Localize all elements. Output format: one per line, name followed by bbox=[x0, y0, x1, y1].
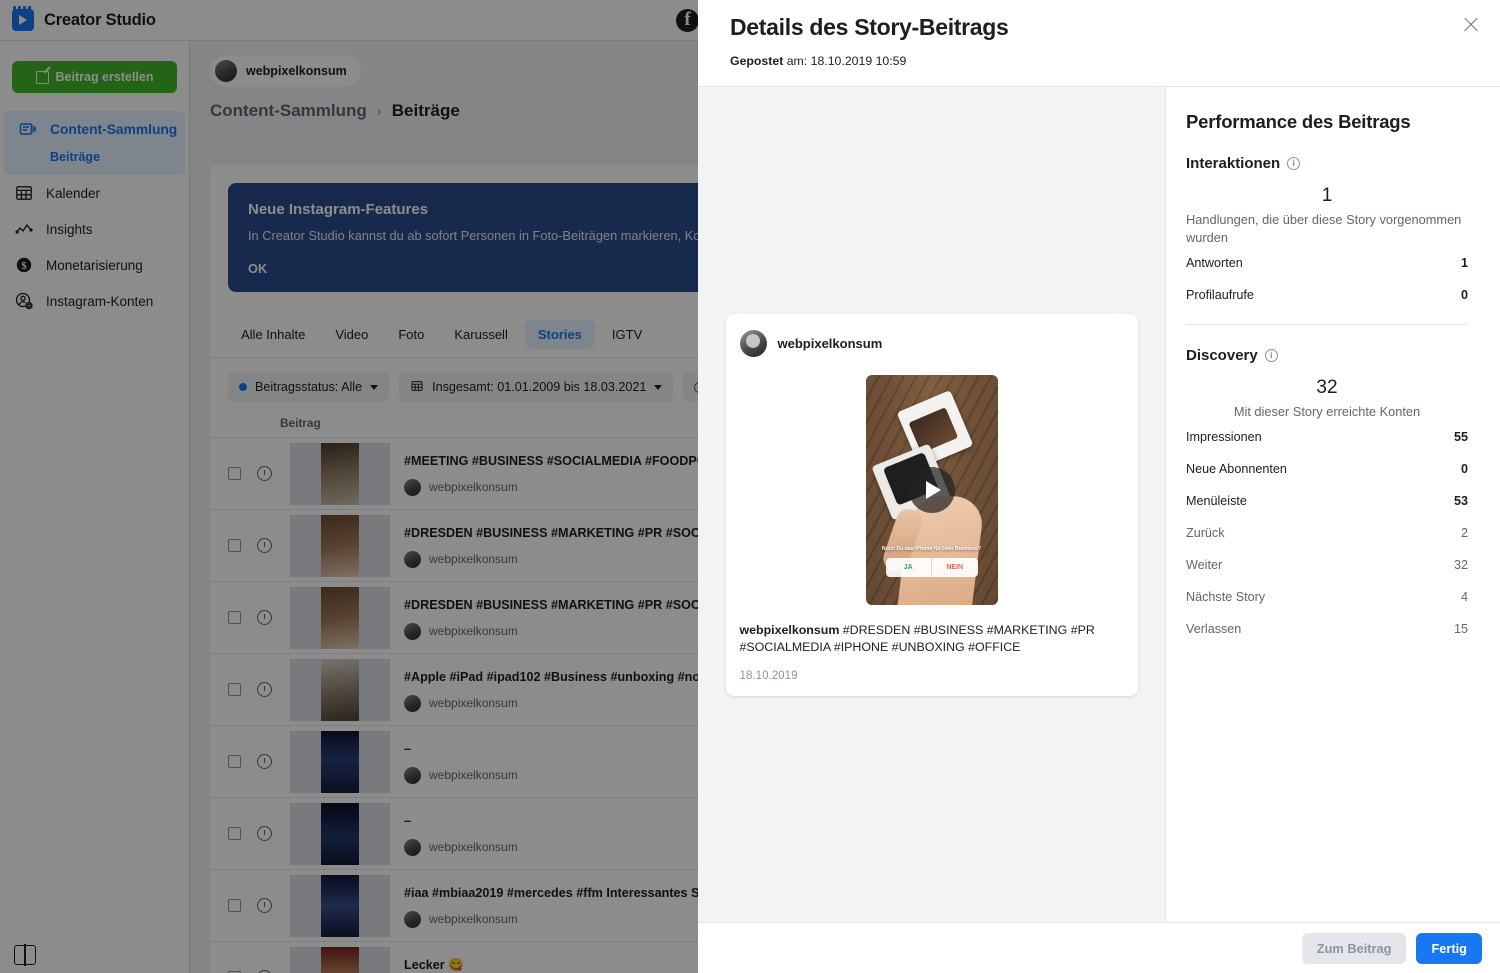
posted-value: am: 18.10.2019 10:59 bbox=[783, 54, 907, 68]
caption-username: webpixelkonsum bbox=[739, 622, 840, 637]
dialog-footer: Zum Beitrag Fertig bbox=[698, 922, 1500, 973]
interactions-total-value: 1 bbox=[1321, 185, 1333, 206]
stat-value: 0 bbox=[1460, 288, 1468, 302]
done-button[interactable]: Fertig bbox=[1416, 932, 1482, 964]
stat-label: Zurück bbox=[1186, 526, 1225, 540]
story-date: 18.10.2019 bbox=[739, 668, 798, 682]
poll-sticker: Nutzt Du das iPhone für Dein Business? J… bbox=[876, 546, 988, 577]
play-icon[interactable] bbox=[908, 466, 955, 513]
stat-row-menueleiste: Menüleiste 53 bbox=[1186, 485, 1468, 517]
stat-label: Profilaufrufe bbox=[1186, 288, 1254, 302]
poll-option-no: NEIN bbox=[946, 563, 964, 571]
story-preview-pane: webpixelkonsum Nutzt Du das iPhone für D… bbox=[698, 87, 1166, 922]
info-icon[interactable]: i bbox=[1264, 349, 1278, 362]
stat-value: 2 bbox=[1460, 526, 1468, 540]
story-card: webpixelkonsum Nutzt Du das iPhone für D… bbox=[725, 313, 1138, 696]
story-card-header: webpixelkonsum bbox=[739, 329, 1124, 357]
stat-value: 53 bbox=[1453, 494, 1468, 508]
poll-option-yes: JA bbox=[886, 557, 932, 577]
page-title: Details des Story-Beitrags bbox=[730, 14, 1009, 40]
close-icon[interactable] bbox=[1456, 10, 1486, 40]
divider bbox=[1186, 324, 1468, 325]
stat-value: 15 bbox=[1453, 622, 1468, 636]
posted-timestamp: Gepostet am: 18.10.2019 10:59 bbox=[730, 54, 906, 68]
stat-row-antworten: Antworten 1 bbox=[1186, 247, 1468, 279]
stat-value: 1 bbox=[1460, 256, 1468, 270]
stat-label: Neue Abonnenten bbox=[1186, 462, 1287, 476]
avatar bbox=[739, 329, 767, 357]
discovery-total-value: 32 bbox=[1316, 377, 1338, 398]
stat-label: Antworten bbox=[1186, 256, 1243, 270]
screen: Creator Studio f Beitrag erstellen Conte… bbox=[0, 0, 1500, 973]
stat-value: 32 bbox=[1453, 558, 1468, 572]
section-label: Discovery bbox=[1186, 347, 1258, 364]
section-label: Interaktionen bbox=[1186, 155, 1281, 172]
go-to-post-button[interactable]: Zum Beitrag bbox=[1301, 932, 1407, 964]
interactions-total-caption: Handlungen, die über diese Story vorgeno… bbox=[1186, 212, 1462, 245]
stat-row-naechste-story: Nächste Story 4 bbox=[1186, 581, 1468, 613]
discovery-total-caption: Mit dieser Story erreichte Konten bbox=[1233, 404, 1421, 419]
stat-row-zurueck: Zurück 2 bbox=[1186, 517, 1468, 549]
story-caption: webpixelkonsum #DRESDEN #BUSINESS #MARKE… bbox=[740, 622, 1124, 656]
performance-title: Performance des Beitrags bbox=[1186, 111, 1411, 132]
stat-label: Nächste Story bbox=[1186, 590, 1266, 604]
dialog-body: webpixelkonsum Nutzt Du das iPhone für D… bbox=[698, 86, 1500, 922]
poll-options: JA NEIN bbox=[885, 557, 978, 577]
stat-row-neue-abonnenten: Neue Abonnenten 0 bbox=[1186, 453, 1468, 485]
performance-pane: Performance des Beitrags Interaktionen i… bbox=[1166, 87, 1500, 922]
stat-label: Weiter bbox=[1186, 558, 1223, 572]
stat-row-verlassen: Verlassen 15 bbox=[1186, 613, 1468, 645]
stat-row-impressionen: Impressionen 55 bbox=[1186, 421, 1468, 453]
section-heading-interactions: Interaktionen i bbox=[1186, 155, 1468, 172]
story-username: webpixelkonsum bbox=[777, 335, 883, 351]
stat-value: 4 bbox=[1460, 590, 1468, 604]
stat-value: 55 bbox=[1453, 430, 1468, 444]
stat-row-weiter: Weiter 32 bbox=[1186, 549, 1468, 581]
stat-row-profilaufrufe: Profilaufrufe 0 bbox=[1186, 279, 1468, 311]
posted-label: Gepostet bbox=[730, 54, 784, 68]
section-heading-discovery: Discovery i bbox=[1186, 347, 1468, 364]
info-icon[interactable]: i bbox=[1287, 157, 1301, 170]
story-details-dialog: Details des Story-Beitrags Gepostet am: … bbox=[698, 0, 1500, 973]
stat-label: Menüleiste bbox=[1186, 494, 1247, 508]
poll-question: Nutzt Du das iPhone für Dein Business? bbox=[881, 545, 982, 552]
stat-value: 0 bbox=[1460, 462, 1468, 476]
stat-label: Verlassen bbox=[1186, 622, 1242, 636]
dialog-header: Details des Story-Beitrags Gepostet am: … bbox=[698, 0, 1500, 86]
stat-label: Impressionen bbox=[1186, 430, 1262, 444]
story-media-preview[interactable]: Nutzt Du das iPhone für Dein Business? J… bbox=[865, 374, 998, 605]
